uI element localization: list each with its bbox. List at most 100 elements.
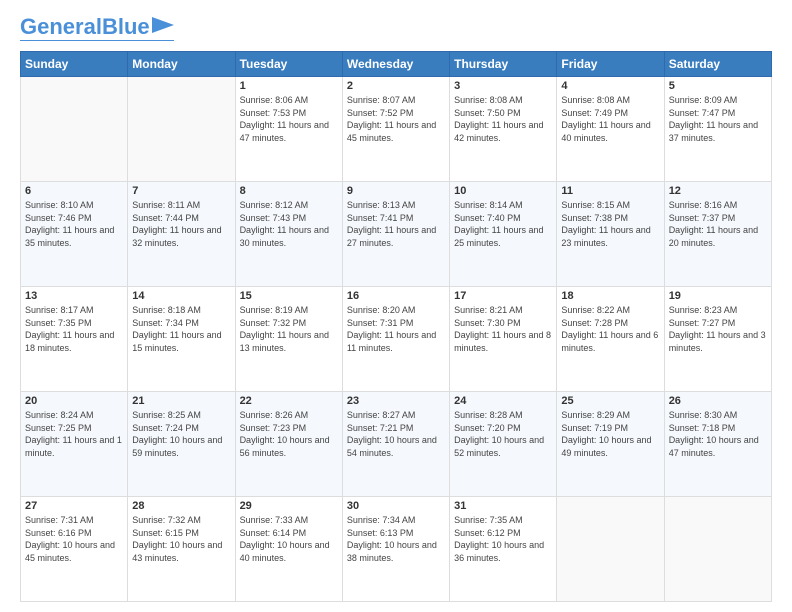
calendar-cell: 11Sunrise: 8:15 AM Sunset: 7:38 PM Dayli… [557, 182, 664, 287]
page: GeneralBlue SundayMondayTuesdayWednesday… [0, 0, 792, 612]
calendar-cell: 12 Sunrise: 8:16 AM Sunset: 7:37 PM Dayli… [664, 182, 771, 287]
day-info: Sunrise: 8:29 AM Sunset: 7:19 PM Dayligh… [561, 409, 659, 459]
calendar-cell: 4 Sunrise: 8:08 AM Sunset: 7:49 PM Daylig… [557, 77, 664, 182]
day-number: 21 [132, 395, 230, 407]
day-number: 17 [454, 290, 552, 302]
calendar-cell: 22 Sunrise: 8:26 AM Sunset: 7:23 PM Dayli… [235, 392, 342, 497]
calendar-cell: 18 Sunrise: 8:22 AM Sunset: 7:28 PM Dayli… [557, 287, 664, 392]
day-number: 13 [25, 290, 123, 302]
day-info: Sunrise: 8:19 AM Sunset: 7:32 PM Dayligh… [240, 304, 338, 354]
calendar-cell: 5 Sunrise: 8:09 AM Sunset: 7:47 PM Daylig… [664, 77, 771, 182]
header: GeneralBlue [20, 16, 772, 41]
day-info: Sunrise: 7:32 AM Sunset: 6:15 PM Dayligh… [132, 514, 230, 564]
day-number: 25 [561, 395, 659, 407]
day-number: 6 [25, 185, 123, 197]
calendar-cell: 6Sunrise: 8:10 AM Sunset: 7:46 PM Daylig… [21, 182, 128, 287]
day-number: 22 [240, 395, 338, 407]
calendar-week-row: 1 Sunrise: 8:06 AM Sunset: 7:53 PM Daylig… [21, 77, 772, 182]
day-info: Sunrise: 8:08 AM Sunset: 7:50 PM Dayligh… [454, 94, 552, 144]
calendar-cell: 19Sunrise: 8:23 AM Sunset: 7:27 PM Dayli… [664, 287, 771, 392]
day-number: 26 [669, 395, 767, 407]
calendar-table: SundayMondayTuesdayWednesdayThursdayFrid… [20, 51, 772, 602]
day-info: Sunrise: 8:24 AM Sunset: 7:25 PM Dayligh… [25, 409, 123, 459]
calendar-cell: 3 Sunrise: 8:08 AM Sunset: 7:50 PM Daylig… [450, 77, 557, 182]
calendar-cell: 31Sunrise: 7:35 AM Sunset: 6:12 PM Dayli… [450, 497, 557, 602]
day-info: Sunrise: 8:17 AM Sunset: 7:35 PM Dayligh… [25, 304, 123, 354]
day-info: Sunrise: 8:20 AM Sunset: 7:31 PM Dayligh… [347, 304, 445, 354]
day-number: 24 [454, 395, 552, 407]
day-number: 28 [132, 500, 230, 512]
day-number: 5 [669, 80, 767, 92]
calendar-header-row: SundayMondayTuesdayWednesdayThursdayFrid… [21, 52, 772, 77]
day-number: 30 [347, 500, 445, 512]
calendar-day-header: Thursday [450, 52, 557, 77]
day-number: 3 [454, 80, 552, 92]
day-info: Sunrise: 8:16 AM Sunset: 7:37 PM Dayligh… [669, 199, 767, 249]
logo-arrow-icon [152, 17, 174, 33]
calendar-cell: 16Sunrise: 8:20 AM Sunset: 7:31 PM Dayli… [342, 287, 449, 392]
day-info: Sunrise: 8:15 AM Sunset: 7:38 PM Dayligh… [561, 199, 659, 249]
calendar-cell: 8 Sunrise: 8:12 AM Sunset: 7:43 PM Daylig… [235, 182, 342, 287]
calendar-cell: 21Sunrise: 8:25 AM Sunset: 7:24 PM Dayli… [128, 392, 235, 497]
day-number: 23 [347, 395, 445, 407]
day-number: 27 [25, 500, 123, 512]
day-number: 4 [561, 80, 659, 92]
calendar-cell: 20 Sunrise: 8:24 AM Sunset: 7:25 PM Dayli… [21, 392, 128, 497]
day-number: 14 [132, 290, 230, 302]
calendar-cell: 15 Sunrise: 8:19 AM Sunset: 7:32 PM Dayli… [235, 287, 342, 392]
day-info: Sunrise: 8:11 AM Sunset: 7:44 PM Dayligh… [132, 199, 230, 249]
day-number: 20 [25, 395, 123, 407]
calendar-cell: 10 Sunrise: 8:14 AM Sunset: 7:40 PM Dayli… [450, 182, 557, 287]
calendar-cell [128, 77, 235, 182]
calendar-day-header: Tuesday [235, 52, 342, 77]
calendar-cell: 2Sunrise: 8:07 AM Sunset: 7:52 PM Daylig… [342, 77, 449, 182]
day-info: Sunrise: 8:22 AM Sunset: 7:28 PM Dayligh… [561, 304, 659, 354]
logo-blue: Blue [102, 14, 150, 39]
day-info: Sunrise: 8:21 AM Sunset: 7:30 PM Dayligh… [454, 304, 552, 354]
calendar-cell: 9 Sunrise: 8:13 AM Sunset: 7:41 PM Daylig… [342, 182, 449, 287]
calendar-cell: 14 Sunrise: 8:18 AM Sunset: 7:34 PM Dayli… [128, 287, 235, 392]
day-number: 9 [347, 185, 445, 197]
day-number: 10 [454, 185, 552, 197]
day-info: Sunrise: 7:35 AM Sunset: 6:12 PM Dayligh… [454, 514, 552, 564]
day-info: Sunrise: 8:23 AM Sunset: 7:27 PM Dayligh… [669, 304, 767, 354]
calendar-day-header: Saturday [664, 52, 771, 77]
calendar-day-header: Monday [128, 52, 235, 77]
day-number: 29 [240, 500, 338, 512]
day-info: Sunrise: 8:06 AM Sunset: 7:53 PM Dayligh… [240, 94, 338, 144]
day-info: Sunrise: 8:14 AM Sunset: 7:40 PM Dayligh… [454, 199, 552, 249]
calendar-cell [557, 497, 664, 602]
logo-text: GeneralBlue [20, 16, 150, 38]
day-info: Sunrise: 8:09 AM Sunset: 7:47 PM Dayligh… [669, 94, 767, 144]
calendar-day-header: Friday [557, 52, 664, 77]
day-number: 18 [561, 290, 659, 302]
calendar-cell: 30 Sunrise: 7:34 AM Sunset: 6:13 PM Dayli… [342, 497, 449, 602]
calendar-day-header: Wednesday [342, 52, 449, 77]
calendar-week-row: 20 Sunrise: 8:24 AM Sunset: 7:25 PM Dayli… [21, 392, 772, 497]
day-info: Sunrise: 8:18 AM Sunset: 7:34 PM Dayligh… [132, 304, 230, 354]
calendar-cell [664, 497, 771, 602]
day-number: 8 [240, 185, 338, 197]
calendar-week-row: 6Sunrise: 8:10 AM Sunset: 7:46 PM Daylig… [21, 182, 772, 287]
calendar-week-row: 27 Sunrise: 7:31 AM Sunset: 6:16 PM Dayli… [21, 497, 772, 602]
calendar-cell: 13 Sunrise: 8:17 AM Sunset: 7:35 PM Dayli… [21, 287, 128, 392]
day-info: Sunrise: 8:08 AM Sunset: 7:49 PM Dayligh… [561, 94, 659, 144]
day-number: 7 [132, 185, 230, 197]
day-info: Sunrise: 7:33 AM Sunset: 6:14 PM Dayligh… [240, 514, 338, 564]
day-number: 12 [669, 185, 767, 197]
day-info: Sunrise: 7:31 AM Sunset: 6:16 PM Dayligh… [25, 514, 123, 564]
day-number: 1 [240, 80, 338, 92]
calendar-cell: 28 Sunrise: 7:32 AM Sunset: 6:15 PM Dayli… [128, 497, 235, 602]
day-info: Sunrise: 8:13 AM Sunset: 7:41 PM Dayligh… [347, 199, 445, 249]
calendar-cell: 24 Sunrise: 8:28 AM Sunset: 7:20 PM Dayli… [450, 392, 557, 497]
logo: GeneralBlue [20, 16, 174, 41]
calendar-cell: 29 Sunrise: 7:33 AM Sunset: 6:14 PM Dayli… [235, 497, 342, 602]
day-info: Sunrise: 7:34 AM Sunset: 6:13 PM Dayligh… [347, 514, 445, 564]
calendar-cell: 1 Sunrise: 8:06 AM Sunset: 7:53 PM Daylig… [235, 77, 342, 182]
day-number: 15 [240, 290, 338, 302]
calendar-cell: 23Sunrise: 8:27 AM Sunset: 7:21 PM Dayli… [342, 392, 449, 497]
day-info: Sunrise: 8:12 AM Sunset: 7:43 PM Dayligh… [240, 199, 338, 249]
day-info: Sunrise: 8:26 AM Sunset: 7:23 PM Dayligh… [240, 409, 338, 459]
calendar-week-row: 13 Sunrise: 8:17 AM Sunset: 7:35 PM Dayli… [21, 287, 772, 392]
day-info: Sunrise: 8:28 AM Sunset: 7:20 PM Dayligh… [454, 409, 552, 459]
